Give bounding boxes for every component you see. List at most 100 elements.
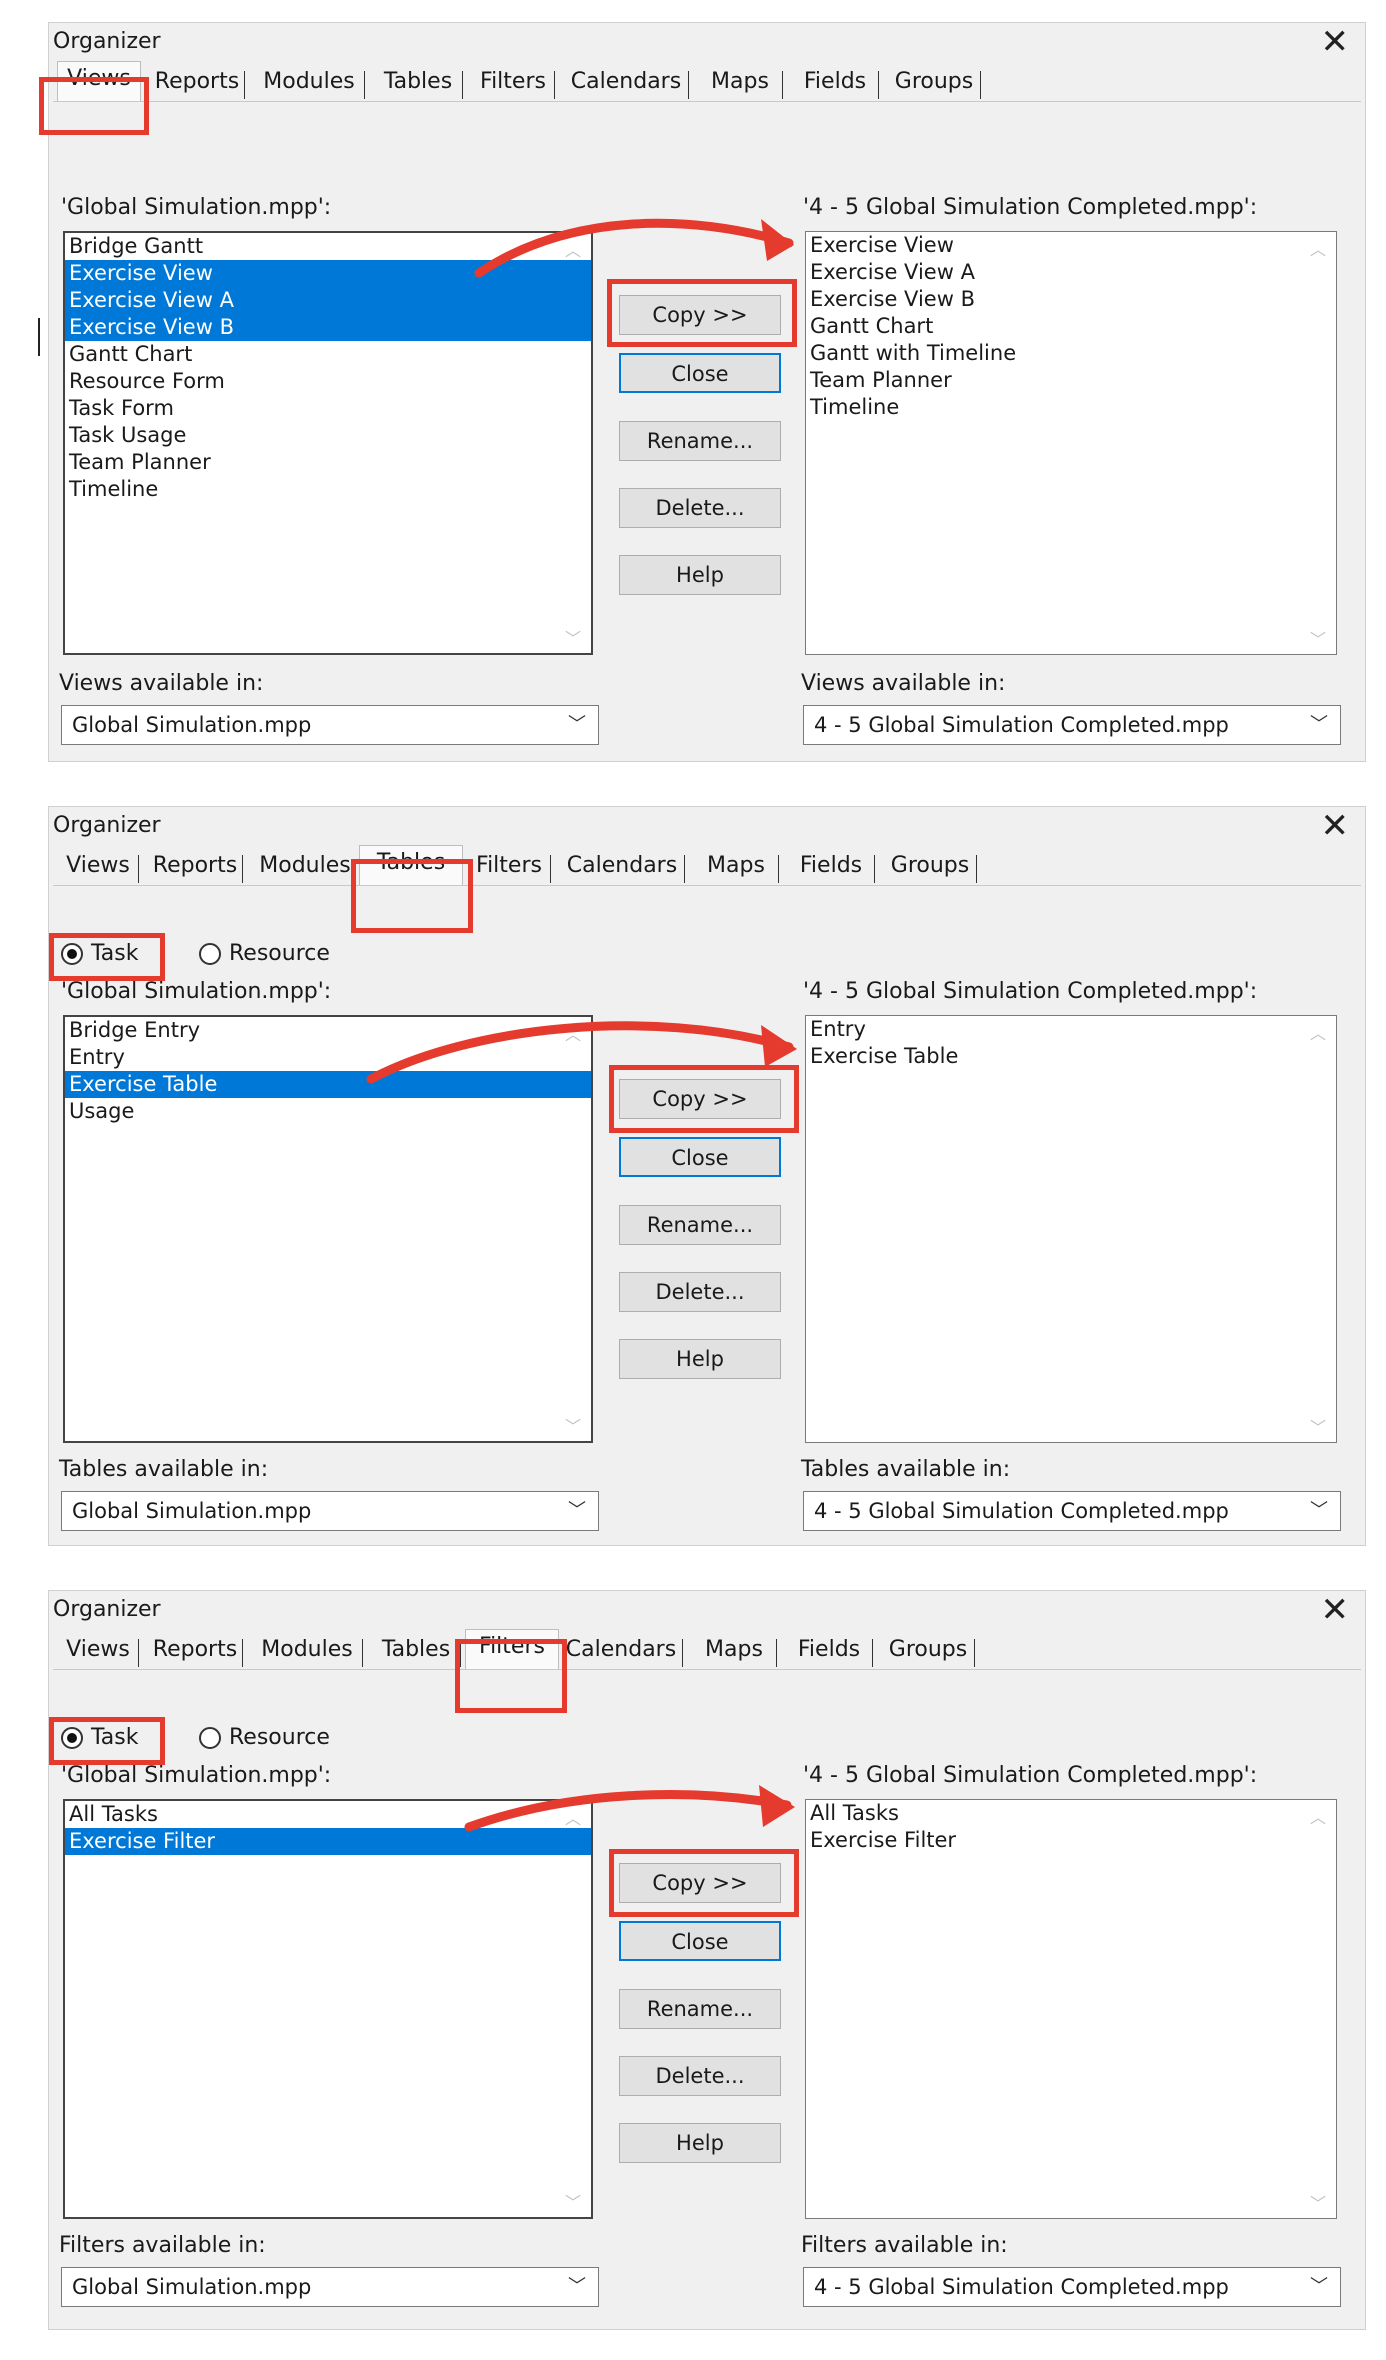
close-button[interactable]: Close [619,353,781,393]
tab-reports[interactable]: Reports [147,1637,243,1667]
list-item[interactable]: Timeline [806,394,1336,421]
left-list[interactable]: All Tasks Exercise Filter ︿ ﹀ [63,1799,593,2219]
chevron-down-icon[interactable]: ﹀ [1310,626,1326,650]
right-list[interactable]: All Tasks Exercise Filter ︿ ﹀ [805,1799,1337,2219]
tab-tables[interactable]: Tables [373,69,463,99]
copy-button[interactable]: Copy >> [619,1863,781,1903]
tab-reports[interactable]: Reports [149,69,245,99]
list-item[interactable]: Team Planner [806,367,1336,394]
left-file-select[interactable]: Global Simulation.mpp ﹀ [61,2267,599,2307]
delete-button[interactable]: Delete... [619,1272,781,1312]
chevron-down-icon[interactable]: ﹀ [565,2189,581,2213]
left-list[interactable]: Bridge Gantt Exercise View Exercise View… [63,231,593,655]
tab-fields[interactable]: Fields [787,853,875,883]
list-item[interactable]: Gantt Chart [806,313,1336,340]
close-icon[interactable]: ✕ [1321,809,1350,843]
list-item[interactable]: Resource Form [65,368,591,395]
tab-maps[interactable]: Maps [691,1637,777,1667]
list-item[interactable]: Exercise Table [806,1043,1336,1070]
chevron-up-icon[interactable]: ︿ [565,1021,581,1045]
tab-fields[interactable]: Fields [785,1637,873,1667]
list-item[interactable]: Team Planner [65,449,591,476]
help-button[interactable]: Help [619,1339,781,1379]
chevron-down-icon[interactable]: ﹀ [1310,1414,1326,1438]
help-button[interactable]: Help [619,555,781,595]
close-icon[interactable]: ✕ [1321,1593,1350,1627]
chevron-up-icon[interactable]: ︿ [1310,1804,1326,1828]
chevron-down-icon[interactable]: ﹀ [565,1413,581,1437]
radio-task[interactable]: Task [61,941,138,966]
tab-filters[interactable]: Filters [467,853,551,883]
list-item[interactable]: Exercise Filter [806,1827,1336,1854]
chevron-up-icon[interactable]: ︿ [565,1805,581,1829]
tab-calendars[interactable]: Calendars [559,1637,683,1667]
list-item[interactable]: Exercise View [65,260,591,287]
tab-groups[interactable]: Groups [883,853,977,883]
left-file-select[interactable]: Global Simulation.mpp ﹀ [61,1491,599,1531]
rename-button[interactable]: Rename... [619,1989,781,2029]
tab-maps[interactable]: Maps [693,853,779,883]
tab-filters[interactable]: Filters [465,1629,559,1669]
list-item[interactable]: Entry [806,1016,1336,1043]
chevron-up-icon[interactable]: ︿ [565,237,581,261]
right-file-select[interactable]: 4 - 5 Global Simulation Completed.mpp ﹀ [803,1491,1341,1531]
list-item[interactable]: Task Form [65,395,591,422]
radio-resource[interactable]: Resource [199,941,330,966]
tab-tables[interactable]: Tables [371,1637,461,1667]
close-icon[interactable]: ✕ [1321,25,1350,59]
right-list[interactable]: Entry Exercise Table ︿ ﹀ [805,1015,1337,1443]
right-file-select[interactable]: 4 - 5 Global Simulation Completed.mpp ﹀ [803,2267,1341,2307]
right-file-select[interactable]: 4 - 5 Global Simulation Completed.mpp ﹀ [803,705,1341,745]
list-item[interactable]: Exercise View A [65,287,591,314]
tab-views[interactable]: Views [57,853,139,883]
list-item[interactable]: Entry [65,1044,591,1071]
list-item[interactable]: All Tasks [65,1801,591,1828]
tab-groups[interactable]: Groups [881,1637,975,1667]
close-button[interactable]: Close [619,1137,781,1177]
left-file-select[interactable]: Global Simulation.mpp ﹀ [61,705,599,745]
list-item[interactable]: Exercise Filter [65,1828,591,1855]
radio-task[interactable]: Task [61,1725,138,1750]
close-button[interactable]: Close [619,1921,781,1961]
tab-calendars[interactable]: Calendars [559,853,685,883]
tab-maps[interactable]: Maps [697,69,783,99]
help-button[interactable]: Help [619,2123,781,2163]
list-item[interactable]: Bridge Entry [65,1017,591,1044]
list-item[interactable]: Timeline [65,476,591,503]
copy-button[interactable]: Copy >> [619,1079,781,1119]
tab-fields[interactable]: Fields [791,69,879,99]
copy-button[interactable]: Copy >> [619,295,781,335]
tab-filters[interactable]: Filters [471,69,555,99]
list-item[interactable]: Gantt Chart [65,341,591,368]
right-list[interactable]: Exercise View Exercise View A Exercise V… [805,231,1337,655]
list-item[interactable]: Exercise Table [65,1071,591,1098]
tab-views[interactable]: Views [57,1637,139,1667]
tab-tables[interactable]: Tables [359,845,463,885]
list-item[interactable]: Gantt with Timeline [806,340,1336,367]
tab-views[interactable]: Views [57,61,141,101]
tab-modules[interactable]: Modules [253,69,365,99]
tab-modules[interactable]: Modules [251,1637,363,1667]
chevron-down-icon[interactable]: ﹀ [565,625,581,649]
tab-reports[interactable]: Reports [147,853,243,883]
list-item[interactable]: Exercise View [806,232,1336,259]
tab-calendars[interactable]: Calendars [563,69,689,99]
list-item[interactable]: Exercise View B [806,286,1336,313]
list-item[interactable]: Exercise View A [806,259,1336,286]
list-item[interactable]: Bridge Gantt [65,233,591,260]
radio-resource[interactable]: Resource [199,1725,330,1750]
left-list[interactable]: Bridge Entry Entry Exercise Table Usage … [63,1015,593,1443]
chevron-down-icon[interactable]: ﹀ [1310,2190,1326,2214]
rename-button[interactable]: Rename... [619,421,781,461]
list-item[interactable]: Exercise View B [65,314,591,341]
list-item[interactable]: All Tasks [806,1800,1336,1827]
rename-button[interactable]: Rename... [619,1205,781,1245]
delete-button[interactable]: Delete... [619,2056,781,2096]
list-item[interactable]: Task Usage [65,422,591,449]
chevron-up-icon[interactable]: ︿ [1310,1020,1326,1044]
tab-groups[interactable]: Groups [887,69,981,99]
delete-button[interactable]: Delete... [619,488,781,528]
tab-modules[interactable]: Modules [249,853,361,883]
list-item[interactable]: Usage [65,1098,591,1125]
chevron-up-icon[interactable]: ︿ [1310,236,1326,260]
